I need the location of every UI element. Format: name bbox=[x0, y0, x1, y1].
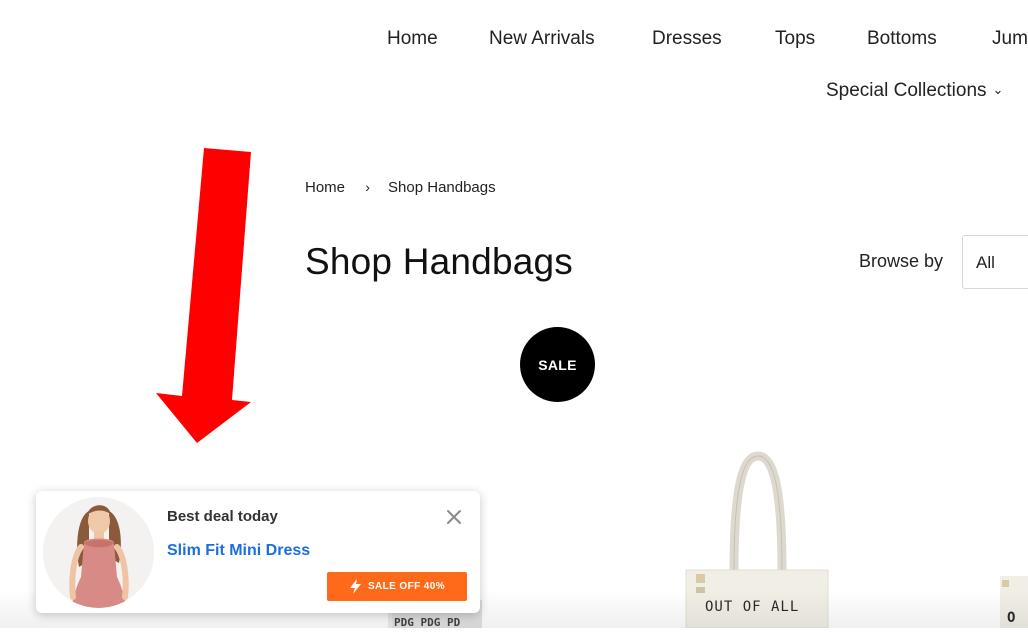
deal-popup: Best deal today Slim Fit Mini Dress SALE… bbox=[36, 491, 480, 613]
nav-item-special-collections-label: Special Collections bbox=[826, 80, 987, 101]
breadcrumb-home-link[interactable]: Home bbox=[305, 179, 345, 196]
canvas-tote-graphic: OUT OF ALL bbox=[685, 451, 829, 629]
product-print-text: PDG PDG PD bbox=[394, 616, 461, 628]
page-title: Shop Handbags bbox=[305, 241, 573, 282]
nav-item-special-collections[interactable]: Special Collections ⌄ bbox=[826, 80, 1003, 102]
browse-by-select[interactable]: All bbox=[962, 235, 1028, 289]
partial-print-text: O bbox=[1007, 610, 1015, 626]
popup-product-link[interactable]: Slim Fit Mini Dress bbox=[167, 542, 310, 560]
nav-item-home[interactable]: Home bbox=[387, 28, 438, 50]
popup-product-image[interactable] bbox=[43, 497, 154, 608]
tote-print-text: OUT OF ALL bbox=[705, 599, 799, 615]
browse-by-selected-value: All bbox=[976, 253, 995, 272]
chevron-down-icon: ⌄ bbox=[992, 82, 1004, 97]
popup-sale-badge[interactable]: SALE OFF 40% bbox=[327, 572, 467, 601]
breadcrumb-current: Shop Handbags bbox=[388, 179, 496, 196]
browse-by-label: Browse by bbox=[859, 251, 944, 271]
nav-item-tops[interactable]: Tops bbox=[775, 28, 815, 50]
close-icon[interactable] bbox=[444, 507, 464, 527]
lightning-icon bbox=[349, 579, 361, 594]
product-image-canvas-tote[interactable]: OUT OF ALL bbox=[682, 450, 832, 629]
product-image-partial[interactable]: O bbox=[996, 570, 1028, 628]
popup-heading: Best deal today bbox=[167, 508, 278, 525]
woman-in-dress-illustration bbox=[43, 497, 154, 608]
popup-sale-label: SALE OFF 40% bbox=[367, 581, 446, 592]
nav-item-jumpsuits[interactable]: Jum bbox=[992, 28, 1028, 50]
nav-item-dresses[interactable]: Dresses bbox=[652, 28, 722, 50]
nav-item-new-arrivals[interactable]: New Arrivals bbox=[489, 28, 595, 50]
breadcrumb-separator: › bbox=[365, 179, 370, 195]
sale-badge: SALE bbox=[520, 327, 595, 402]
breadcrumb: Home › Shop Handbags bbox=[305, 179, 496, 196]
nav-item-bottoms[interactable]: Bottoms bbox=[867, 28, 937, 50]
close-icon-glyph bbox=[447, 510, 461, 524]
main-navigation: Home New Arrivals Dresses Tops Bottoms J… bbox=[0, 28, 1028, 58]
partial-tote-graphic: O bbox=[1000, 576, 1028, 628]
